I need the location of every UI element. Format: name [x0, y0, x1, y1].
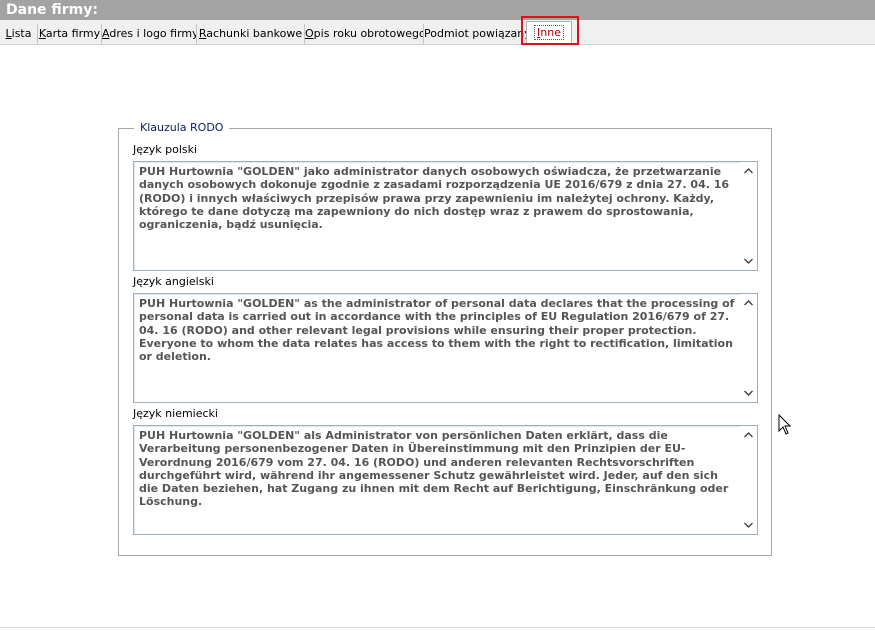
tab-rachunki-bankowe-label: achunki bankowe — [206, 27, 303, 40]
rodo-group-title: Klauzula RODO — [134, 121, 230, 135]
label-german: Język niemiecki — [133, 407, 218, 420]
tab-strip: Lista Karta firmy Adres i logo firmy Rac… — [0, 20, 875, 45]
memo-polish[interactable]: PUH Hurtownia "GOLDEN" jako administrato… — [133, 161, 758, 271]
tab-inne[interactable]: Inne — [526, 21, 572, 45]
tab-inne-rest: nne — [540, 26, 561, 39]
label-english: Język angielski — [133, 275, 214, 288]
tab-lista[interactable]: Lista — [0, 24, 38, 44]
memo-polish-scrollbar[interactable] — [740, 162, 757, 270]
chevron-up-icon[interactable] — [740, 163, 757, 179]
chevron-down-icon[interactable] — [740, 517, 757, 533]
window-title: Dane firmy: — [0, 0, 875, 20]
tab-opis-roku-accel: O — [305, 27, 314, 40]
tab-opis-roku-label: pis roku obrotowego — [313, 27, 424, 40]
tab-lista-label: ista — [11, 27, 32, 40]
chevron-down-icon[interactable] — [740, 253, 757, 269]
tab-rachunki-bankowe[interactable]: Rachunki bankowe — [197, 24, 305, 44]
tab-karta-firmy-accel: K — [38, 27, 46, 40]
tab-karta-firmy[interactable]: Karta firmy — [38, 24, 102, 44]
tab-karta-firmy-label: arta firmy — [45, 27, 101, 40]
memo-english[interactable]: PUH Hurtownia "GOLDEN" as the administra… — [133, 293, 758, 403]
memo-german[interactable]: PUH Hurtownia "GOLDEN" als Administrator… — [133, 425, 758, 535]
memo-english-scrollbar[interactable] — [740, 294, 757, 402]
chevron-down-icon[interactable] — [740, 385, 757, 401]
tab-podmiot-powiazany-label: Podmiot powiązany — [424, 27, 526, 40]
chevron-up-icon[interactable] — [740, 427, 757, 443]
memo-english-text: PUH Hurtownia "GOLDEN" as the administra… — [139, 297, 735, 364]
tab-opis-roku-obrotowego[interactable]: Opis roku obrotowego — [305, 24, 424, 44]
memo-german-text: PUH Hurtownia "GOLDEN" als Administrator… — [139, 429, 729, 509]
bottom-divider — [0, 627, 875, 628]
mouse-pointer-icon — [778, 413, 792, 436]
label-polish: Język polski — [133, 143, 198, 156]
tab-inne-label: Inne — [534, 25, 564, 40]
app-window: Dane firmy: Lista Karta firmy Adres i lo… — [0, 0, 875, 631]
tab-podmiot-powiazany[interactable]: Podmiot powiązany — [424, 24, 526, 44]
memo-polish-text: PUH Hurtownia "GOLDEN" jako administrato… — [139, 165, 730, 232]
tab-adres-i-logo[interactable]: Adres i logo firmy — [102, 24, 197, 44]
chevron-up-icon[interactable] — [740, 295, 757, 311]
memo-german-scrollbar[interactable] — [740, 426, 757, 534]
tab-adres-i-logo-label: dres i logo firmy — [109, 27, 197, 40]
